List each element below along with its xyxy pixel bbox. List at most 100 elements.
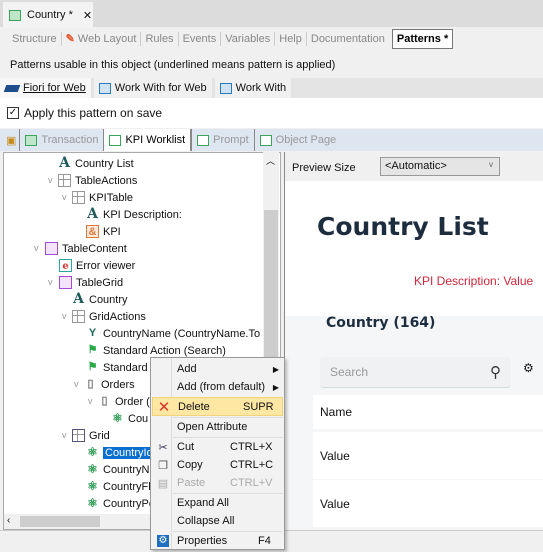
tab-variables[interactable]: Variables xyxy=(221,32,276,46)
chevron-down-icon[interactable]: v xyxy=(62,311,67,321)
tree-node[interactable]: ⚛ Cou xyxy=(111,410,148,427)
apply-pattern-checkbox[interactable]: ✓ xyxy=(7,107,19,119)
tab-documentation[interactable]: Documentation xyxy=(307,32,389,46)
tab-rules[interactable]: Rules xyxy=(141,32,179,46)
tab-events[interactable]: Events xyxy=(179,32,222,46)
pattern-tab-label: Work With for Web xyxy=(114,82,207,94)
tree-node[interactable]: ⚑ Standard A xyxy=(86,359,158,376)
tree-node[interactable]: ▯ Order ( xyxy=(98,393,149,410)
grid-icon xyxy=(72,429,85,442)
tree-node[interactable]: e Error viewer xyxy=(59,257,135,274)
tree-node[interactable]: Y CountryName (CountryName.To xyxy=(86,325,260,342)
grid-title: Country (164) xyxy=(326,315,436,331)
chevron-down-icon[interactable]: v xyxy=(48,175,53,185)
chevron-down-icon[interactable]: v xyxy=(48,277,53,287)
menu-item-copy[interactable]: ❐ Copy CTRL+C xyxy=(152,456,283,474)
tree-node-label: TableGrid xyxy=(76,276,124,289)
menu-item-properties[interactable]: ⚙ Properties F4 xyxy=(152,532,283,550)
pattern-settings-icon[interactable]: ▣ xyxy=(6,134,16,147)
instance-tab-transaction[interactable]: Transaction xyxy=(19,129,103,151)
tree-node-selected[interactable]: ⚛ CountryId xyxy=(86,444,155,461)
preview-panel: Preview Size <Automatic> v Country List K… xyxy=(284,152,543,530)
tree-horizontal-scroll-thumb[interactable] xyxy=(20,516,100,527)
menu-label: Collapse All xyxy=(177,515,235,527)
search-icon[interactable]: ⚲ xyxy=(490,363,501,381)
chevron-down-icon[interactable]: v xyxy=(88,396,93,406)
instance-tab-kpi-worklist[interactable]: KPI Worklist xyxy=(103,129,192,151)
tab-patterns[interactable]: Patterns * xyxy=(391,29,454,49)
menu-item-paste[interactable]: ▤ Paste CTRL+V xyxy=(152,474,283,492)
attribute-icon: ⚛ xyxy=(87,479,98,493)
tree-node[interactable]: TableGrid xyxy=(59,274,123,291)
tree-node-label: CountryName (CountryName.To xyxy=(103,327,261,340)
tree-node-label: Cou xyxy=(128,412,149,425)
menu-item-delete[interactable]: ✕ Delete SUPR xyxy=(152,397,283,416)
tree-node[interactable]: A Country List xyxy=(58,155,134,172)
web-layout-icon: ✎ xyxy=(65,33,75,45)
menu-item-cut[interactable]: ✂ Cut CTRL+X xyxy=(152,438,283,456)
table-icon xyxy=(72,310,85,323)
document-tab-title: Country * xyxy=(27,9,73,21)
tree-vertical-scroll-thumb[interactable] xyxy=(264,210,278,360)
tree-node[interactable]: TableContent xyxy=(45,240,127,257)
tree-node[interactable]: TableActions xyxy=(58,172,137,189)
kpi-text: KPI Description: Value xyxy=(414,274,534,288)
chevron-down-icon[interactable]: v xyxy=(62,192,67,202)
search-input[interactable]: Search ⚲ xyxy=(320,357,511,388)
menu-shortcut: F4 xyxy=(258,535,271,547)
menu-item-collapse-all[interactable]: Collapse All xyxy=(152,512,283,530)
tree-node[interactable]: & KPI xyxy=(86,223,121,240)
preview-size-select[interactable]: <Automatic> v xyxy=(380,157,500,176)
tree-node[interactable]: ⚛ CountryFla xyxy=(86,478,157,495)
cut-icon: ✂ xyxy=(158,441,168,454)
chevron-down-icon[interactable]: v xyxy=(34,243,39,253)
menu-item-add[interactable]: Add ▶ xyxy=(152,360,283,378)
apply-pattern-label[interactable]: Apply this pattern on save xyxy=(24,106,162,120)
instance-tab-prompt[interactable]: Prompt xyxy=(191,129,253,151)
tab-web-layout[interactable]: ✎ Web Layout xyxy=(62,32,142,46)
document-tab-country[interactable]: Country * ✕ xyxy=(3,2,93,28)
settings-gear-icon[interactable]: ⚙ xyxy=(523,361,534,375)
menu-shortcut: SUPR xyxy=(243,400,274,413)
tree-node[interactable]: A Country xyxy=(72,291,127,308)
tree-node[interactable]: A KPI Description: xyxy=(86,206,182,223)
instance-tab-object-page[interactable]: Object Page xyxy=(253,129,342,151)
menu-label: Copy xyxy=(177,459,203,471)
text-icon: A xyxy=(87,206,98,222)
pattern-tab-work-with-for-web[interactable]: Work With for Web xyxy=(93,78,212,98)
grid-cell: Value xyxy=(320,496,350,511)
close-icon[interactable]: ✕ xyxy=(83,9,92,22)
tree-node-label: Orders xyxy=(101,378,135,391)
attribute-icon: ⚛ xyxy=(87,462,98,476)
tree-node[interactable]: KPITable xyxy=(72,189,133,206)
menu-item-open-attribute[interactable]: Open Attribute xyxy=(152,418,283,436)
tree-node[interactable]: ⚛ CountryNa xyxy=(86,461,155,478)
menu-label: Add xyxy=(177,363,197,375)
grid-row[interactable]: Value xyxy=(313,480,543,527)
tree-node[interactable]: GridActions xyxy=(72,308,146,325)
copy-icon: ❐ xyxy=(158,459,168,472)
pattern-tab-work-with[interactable]: Work With xyxy=(214,78,292,98)
pattern-tab-fiori-for-web[interactable]: Fiori for Web xyxy=(0,78,91,98)
tab-help[interactable]: Help xyxy=(275,32,307,46)
grid-row[interactable]: Value xyxy=(313,432,543,479)
chevron-down-icon[interactable]: v xyxy=(62,430,67,440)
tree-node[interactable]: ⚛ CountryPo xyxy=(86,495,155,512)
tab-structure[interactable]: Structure xyxy=(8,32,62,46)
chevron-down-icon[interactable]: v xyxy=(74,379,79,389)
web-panel-icon xyxy=(197,134,210,146)
scroll-up-icon[interactable]: ︿ xyxy=(266,154,275,167)
tree-node[interactable]: Grid xyxy=(72,427,110,444)
tree-node[interactable]: ▯ Orders xyxy=(84,376,135,393)
preview-size-label: Preview Size xyxy=(292,162,356,174)
scroll-left-icon[interactable]: ‹ xyxy=(7,515,10,526)
pattern-tab-label: Work With xyxy=(235,82,287,94)
tab-web-layout-label: Web Layout xyxy=(77,33,137,45)
tree-node-label: Error viewer xyxy=(76,259,136,272)
table-icon xyxy=(72,191,85,204)
attribute-icon: ⚛ xyxy=(112,411,123,425)
filter-icon: Y xyxy=(88,327,97,339)
menu-item-add-from-default[interactable]: Add (from default) ▶ xyxy=(152,378,283,396)
flag-icon: ⚑ xyxy=(87,361,98,373)
menu-item-expand-all[interactable]: Expand All xyxy=(152,494,283,512)
